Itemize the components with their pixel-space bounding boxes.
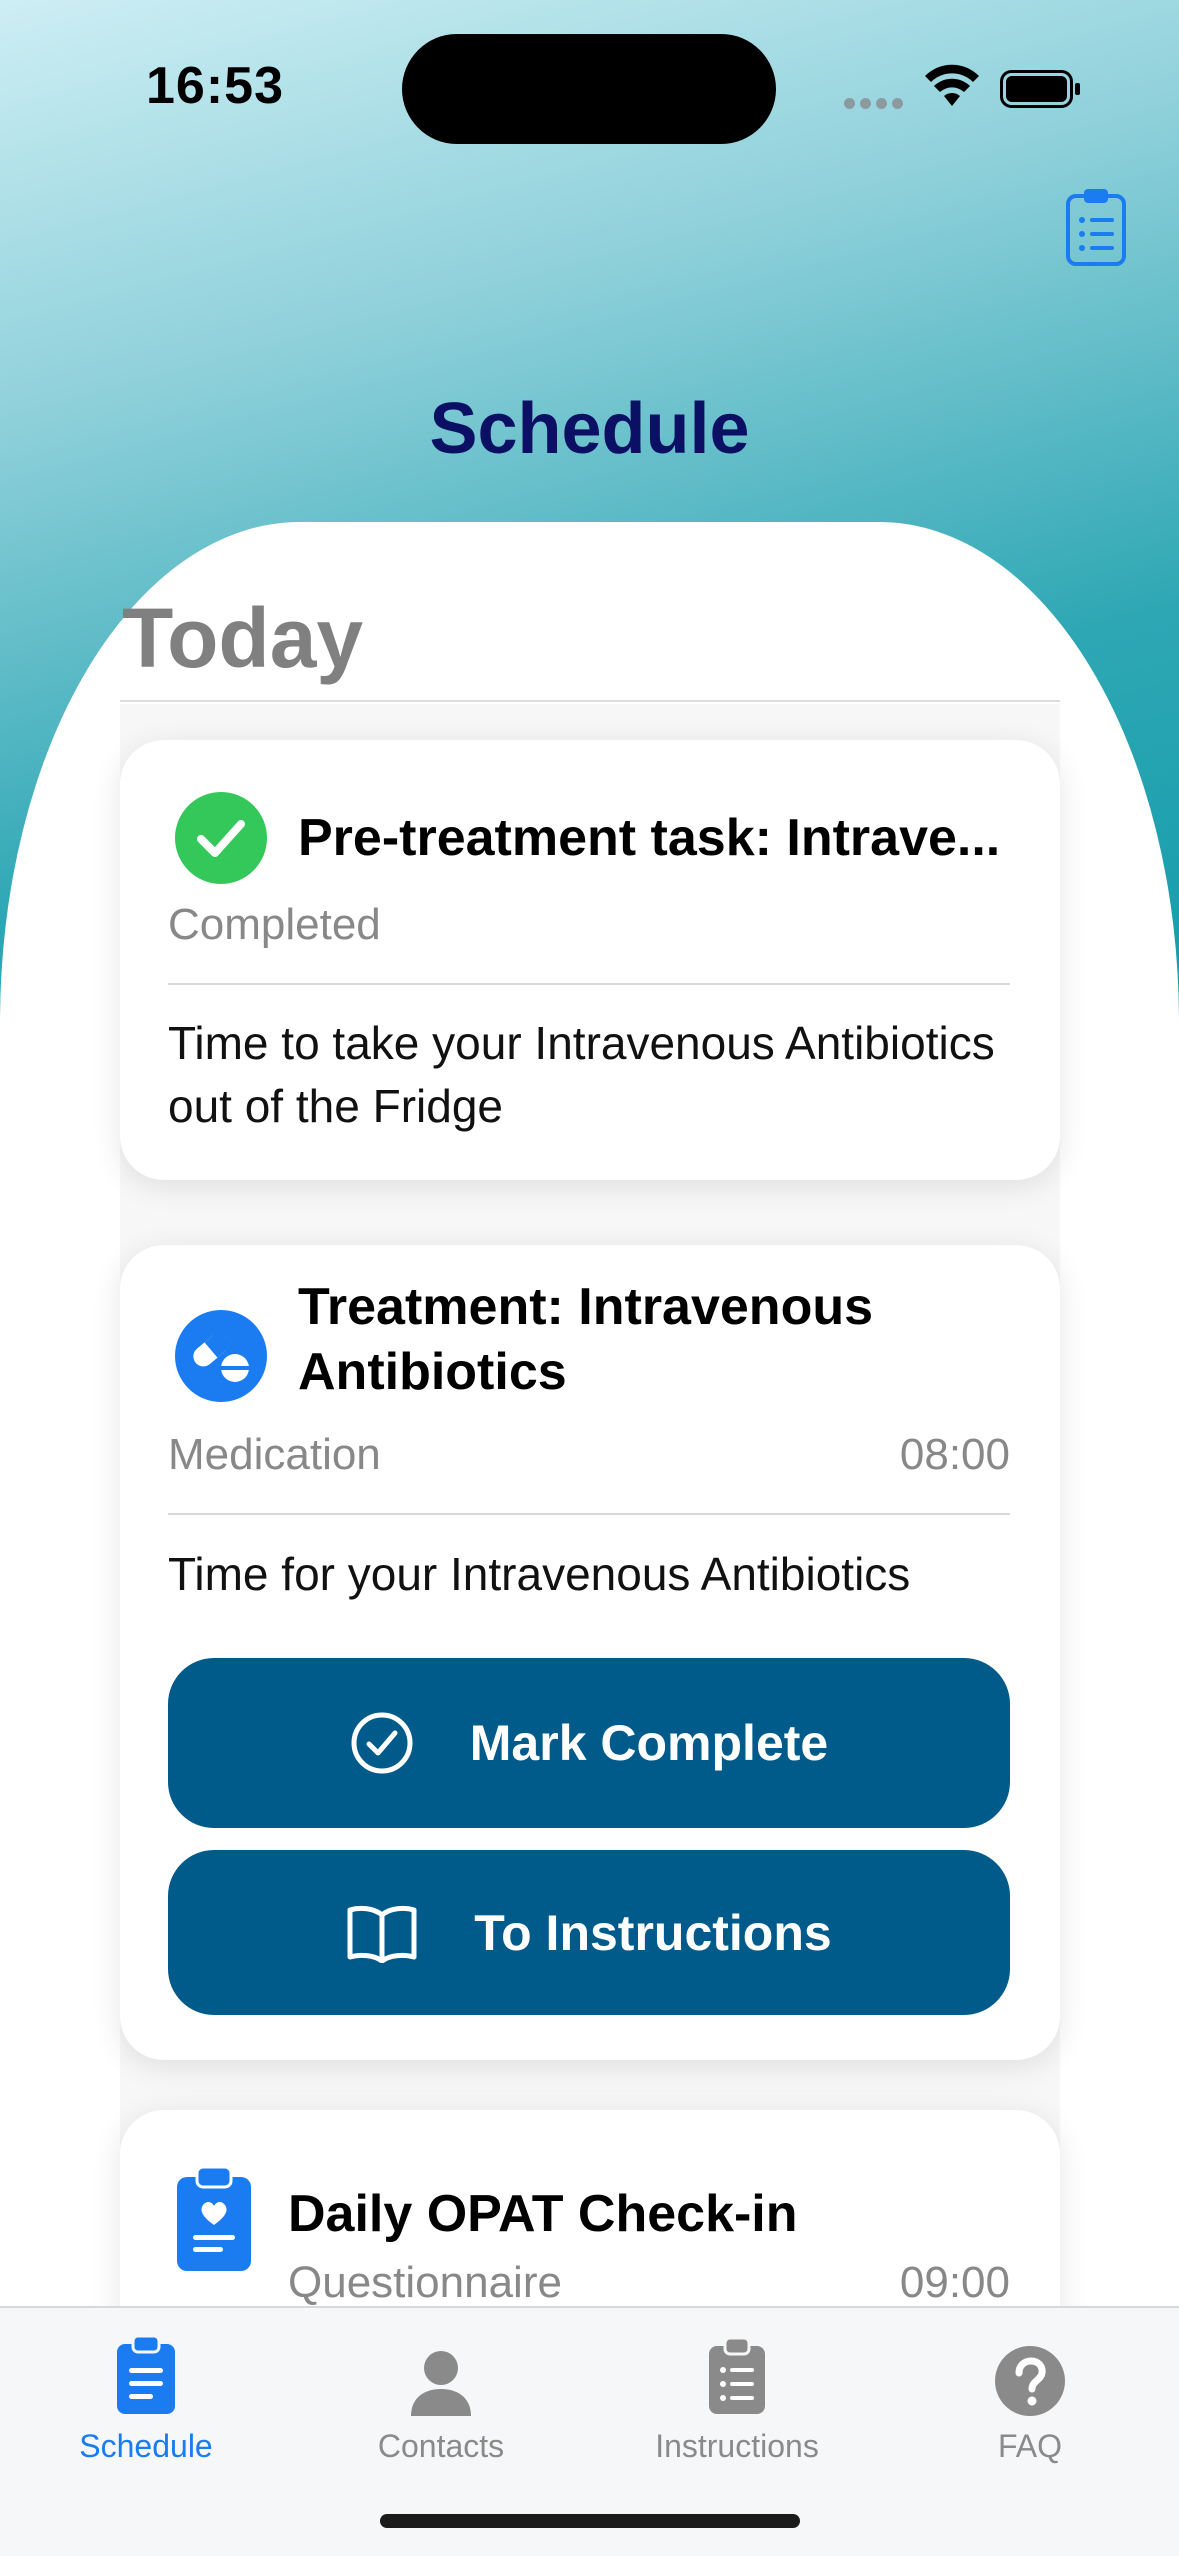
dynamic-island <box>402 34 776 144</box>
card-title: Daily OPAT Check-in <box>288 2185 798 2243</box>
card-divider <box>168 1513 1010 1515</box>
card-divider <box>168 983 1010 985</box>
card-description: Time for your Intravenous Antibiotics <box>168 1548 911 1600</box>
person-icon <box>411 2351 471 2416</box>
status-time: 16:53 <box>146 57 284 115</box>
card-title-line2: Antibiotics <box>298 1343 567 1401</box>
card-title-line1: Treatment: Intravenous <box>298 1278 874 1336</box>
clipboard-icon <box>117 2334 175 2414</box>
card-category: Questionnaire <box>288 2258 562 2307</box>
clipboard-list-icon <box>709 2336 765 2414</box>
checkmark-circle-icon <box>175 792 267 884</box>
tab-instructions[interactable]: Instructions <box>607 2326 867 2465</box>
section-header-today: Today <box>122 591 364 685</box>
home-indicator <box>380 2514 800 2528</box>
to-instructions-label: To Instructions <box>474 1904 832 1961</box>
checkmark-circle-outline-icon <box>351 1712 413 1774</box>
tab-label: Instructions <box>655 2428 819 2464</box>
tab-faq[interactable]: FAQ <box>900 2326 1160 2465</box>
task-card-pretreatment[interactable]: Pre-treatment task: Intrave... Completed… <box>120 740 1060 1180</box>
wifi-icon <box>925 64 979 106</box>
clipboard-heart-icon <box>177 2165 251 2271</box>
pills-icon <box>175 1310 267 1402</box>
tab-schedule[interactable]: Schedule <box>16 2326 276 2465</box>
question-circle-icon <box>995 2346 1065 2416</box>
card-category: Medication <box>168 1430 381 1479</box>
mark-complete-button[interactable]: Mark Complete <box>168 1658 1010 1828</box>
card-time: 09:00 <box>899 2258 1010 2307</box>
card-time: 08:00 <box>899 1430 1010 1479</box>
card-description: Time to take your Intravenous Antibiotic… <box>168 1017 995 1132</box>
card-status: Completed <box>168 900 381 949</box>
page-title: Schedule <box>429 389 750 469</box>
clipboard-list-icon[interactable] <box>1064 186 1128 268</box>
book-icon <box>347 1905 417 1963</box>
cellular-signal-icon <box>844 96 908 114</box>
battery-icon <box>1000 70 1080 108</box>
tab-label: Contacts <box>377 2428 505 2464</box>
section-divider <box>120 700 1060 702</box>
mark-complete-label: Mark Complete <box>469 1715 829 1771</box>
task-card-treatment: Treatment: Intravenous Antibiotics Medic… <box>120 1245 1060 2060</box>
tab-label: FAQ <box>997 2428 1062 2464</box>
tab-label: Schedule <box>79 2428 213 2464</box>
tab-contacts[interactable]: Contacts <box>311 2326 571 2465</box>
status-icons <box>844 62 1084 112</box>
to-instructions-button[interactable]: To Instructions <box>168 1850 1010 2015</box>
card-title: Pre-treatment task: Intrave... <box>298 809 1001 867</box>
